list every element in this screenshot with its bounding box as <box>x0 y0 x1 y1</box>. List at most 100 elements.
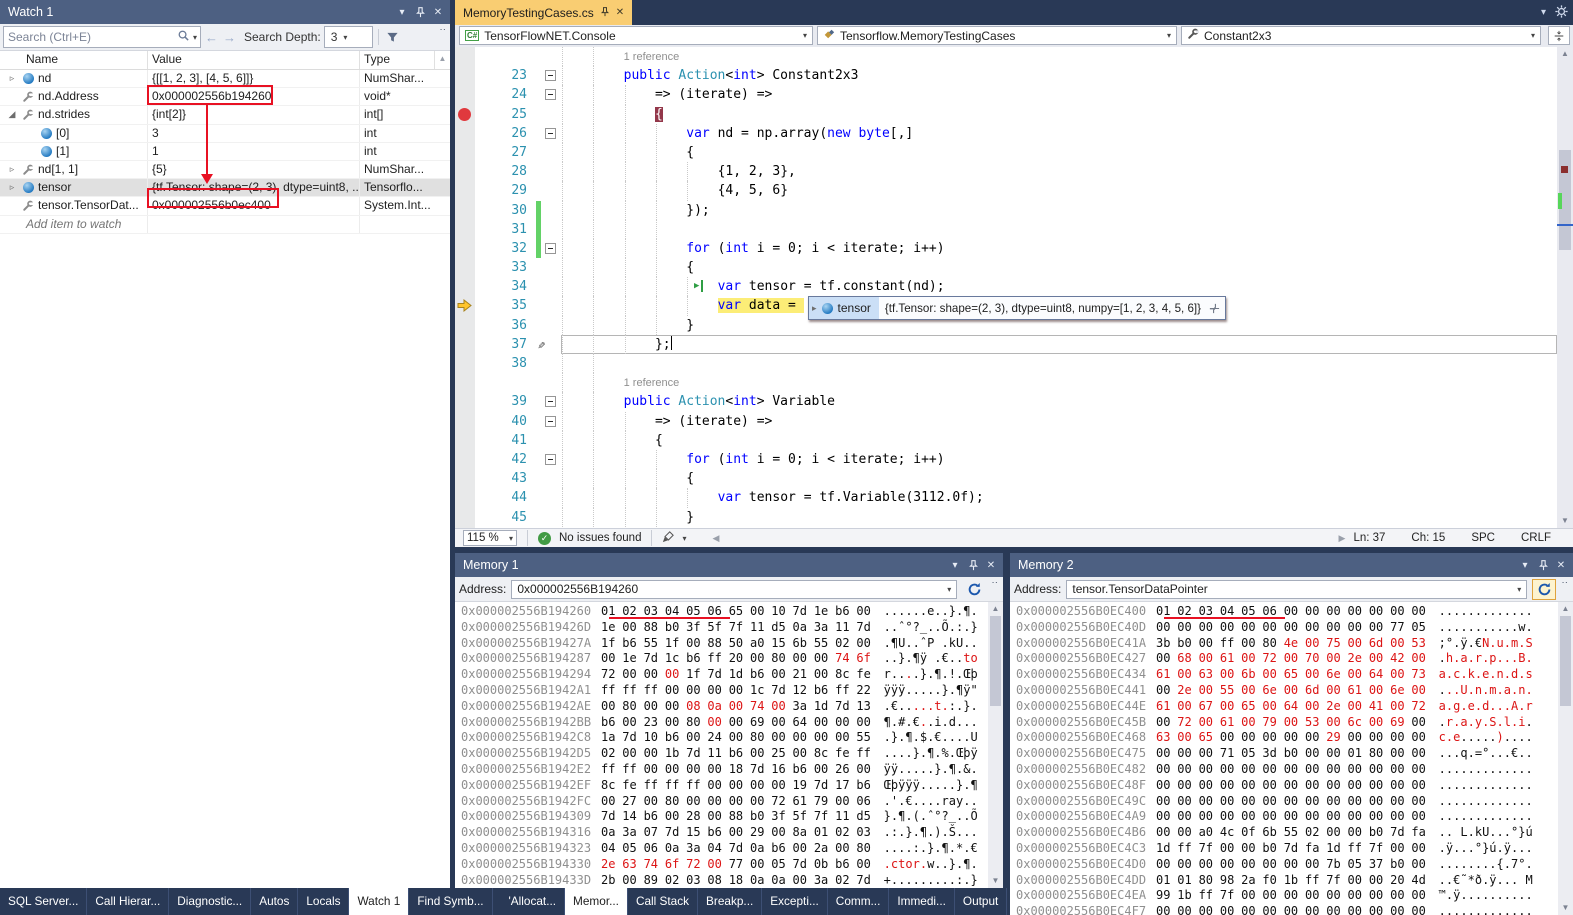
memory-byte[interactable]: 00 <box>1241 857 1256 873</box>
memory-byte[interactable]: 00 <box>665 762 680 778</box>
memory-byte[interactable]: 03 <box>856 825 871 841</box>
memory-byte[interactable]: b0 <box>665 620 680 636</box>
memory-byte[interactable]: 00 <box>1326 778 1341 794</box>
close-icon[interactable]: ✕ <box>616 7 624 18</box>
memory-byte[interactable]: 00 <box>1156 778 1171 794</box>
memory-byte[interactable]: 00 <box>1177 667 1192 683</box>
memory-byte[interactable]: 7d <box>771 683 786 699</box>
memory-byte[interactable]: 00 <box>1305 730 1320 746</box>
memory-byte[interactable]: 3d <box>1262 746 1277 762</box>
memory-byte[interactable]: 00 <box>1241 651 1256 667</box>
memory-byte[interactable]: 01 <box>1177 873 1192 889</box>
memory-byte[interactable]: 72 <box>1177 715 1192 731</box>
code-text[interactable]: var tensor = tf.Variable(3112.0f); <box>561 488 1557 507</box>
memory-byte[interactable]: 2b <box>601 873 616 888</box>
glyph-margin[interactable] <box>455 431 475 450</box>
code-line[interactable]: 33{ <box>455 258 1557 277</box>
memory-byte[interactable]: 00 <box>707 762 722 778</box>
memory-byte[interactable]: 00 <box>1199 794 1214 810</box>
memory-byte[interactable]: 63 <box>1199 667 1214 683</box>
memory-byte[interactable]: 11 <box>750 620 765 636</box>
memory-byte[interactable]: 00 <box>1220 809 1235 825</box>
panel-tab[interactable]: Find Symb... <box>409 888 492 915</box>
memory-byte[interactable]: 4c <box>1220 825 1235 841</box>
memory2-address-input[interactable]: tensor.TensorDataPointer ▾ <box>1066 580 1527 599</box>
code-line[interactable]: 42for (int i = 0; i < iterate; i++) <box>455 450 1557 469</box>
memory-byte[interactable]: 00 <box>729 778 744 794</box>
watch-title-bar[interactable]: Watch 1 ▾ ✕ <box>0 0 450 24</box>
memory-byte[interactable]: 02 <box>835 636 850 652</box>
memory-byte[interactable]: 6e <box>1390 683 1405 699</box>
memory-byte[interactable]: 00 <box>665 715 680 731</box>
memory-byte[interactable]: 00 <box>814 730 829 746</box>
memory-byte[interactable]: 64 <box>1369 667 1384 683</box>
issues-status[interactable]: No issues found <box>559 532 641 544</box>
panel-tab[interactable]: Error List <box>1007 888 1009 915</box>
memory-byte[interactable]: 65 <box>1199 730 1214 746</box>
code-text[interactable]: }); <box>561 201 1557 220</box>
glyph-margin[interactable] <box>455 392 475 411</box>
code-text[interactable] <box>561 354 1557 373</box>
collapse-box[interactable] <box>545 70 556 81</box>
memory-byte[interactable]: b0 <box>1390 857 1405 873</box>
watch-row[interactable]: ▹nd[1, 1]{5}NumShar... <box>0 161 450 179</box>
memory-byte[interactable]: 00 <box>1411 841 1426 857</box>
memory-byte[interactable]: 4e <box>1284 636 1299 652</box>
memory-byte[interactable]: 00 <box>750 604 765 620</box>
hscroll-left-icon[interactable]: ◀ <box>712 533 719 544</box>
memory-byte[interactable]: 3b <box>1156 636 1171 652</box>
memory-byte[interactable]: ff <box>665 778 680 794</box>
memory-byte[interactable]: 00 <box>1284 620 1299 636</box>
memory-byte[interactable]: 05 <box>1411 620 1426 636</box>
memory-byte[interactable]: 88 <box>644 620 659 636</box>
memory-byte[interactable]: 00 <box>1348 699 1363 715</box>
memory-byte[interactable]: 00 <box>686 683 701 699</box>
memory-byte[interactable]: 77 <box>729 857 744 873</box>
memory-byte[interactable]: 00 <box>644 762 659 778</box>
code-line[interactable]: 39public Action<int> Variable <box>455 392 1557 411</box>
memory1-title-bar[interactable]: Memory 1 ▾ ✕ <box>455 553 1003 577</box>
memory-byte[interactable]: 00 <box>1305 620 1320 636</box>
memory1-address-input[interactable]: 0x000002556B194260 ▾ <box>511 580 957 599</box>
memory-byte[interactable]: 18 <box>729 873 744 888</box>
memory-byte[interactable]: 6b <box>1262 825 1277 841</box>
memory-byte[interactable]: 00 <box>707 794 722 810</box>
memory-byte[interactable]: 00 <box>1220 904 1235 915</box>
expander-icon[interactable]: ◢ <box>6 106 18 123</box>
toolbar-overflow[interactable]: ‥ <box>1561 577 1569 585</box>
memory-row[interactable]: 0x000002556B0EC4A90000000000000000000000… <box>1016 809 1558 825</box>
memory-byte[interactable]: b0 <box>750 809 765 825</box>
memory-byte[interactable]: 06 <box>644 841 659 857</box>
code-line[interactable]: 25{ <box>455 105 1557 124</box>
memory-byte[interactable]: 0a <box>793 620 808 636</box>
memory-byte[interactable]: 50 <box>729 636 744 652</box>
close-icon[interactable]: ✕ <box>982 557 1000 574</box>
memory-byte[interactable]: 1e <box>622 651 637 667</box>
memory-byte[interactable]: 00 <box>1369 651 1384 667</box>
glyph-margin[interactable] <box>455 47 475 66</box>
search-depth-select[interactable]: 3 ▾ <box>324 26 373 48</box>
memory-byte[interactable]: 11 <box>707 746 722 762</box>
memory-byte[interactable]: 00 <box>1241 888 1256 904</box>
memory-byte[interactable]: 00 <box>1241 841 1256 857</box>
panel-tab[interactable]: Watch 1 <box>349 888 409 915</box>
memory-byte[interactable]: 37 <box>1369 857 1384 873</box>
memory-byte[interactable]: 80 <box>1199 873 1214 889</box>
memory-byte[interactable]: 61 <box>1220 715 1235 731</box>
memory-byte[interactable]: 00 <box>1369 604 1384 620</box>
memory-byte[interactable]: 00 <box>1241 809 1256 825</box>
memory-byte[interactable]: 13 <box>856 699 871 715</box>
memory-byte[interactable]: 16 <box>771 762 786 778</box>
code-line[interactable]: 45} <box>455 508 1557 527</box>
glyph-margin[interactable] <box>455 412 475 431</box>
code-text[interactable]: {1, 2, 3}, <box>561 162 1557 181</box>
memory-byte[interactable]: 1e <box>601 620 616 636</box>
watch-row[interactable]: [1]1int <box>0 143 450 161</box>
memory-byte[interactable]: 88 <box>707 636 722 652</box>
memory-byte[interactable]: 6f <box>856 651 871 667</box>
glyph-margin[interactable] <box>455 258 475 277</box>
memory-byte[interactable]: 00 <box>1369 762 1384 778</box>
memory-byte[interactable]: 00 <box>1262 699 1277 715</box>
memory-byte[interactable]: 20 <box>729 651 744 667</box>
memory-byte[interactable]: 00 <box>1390 604 1405 620</box>
